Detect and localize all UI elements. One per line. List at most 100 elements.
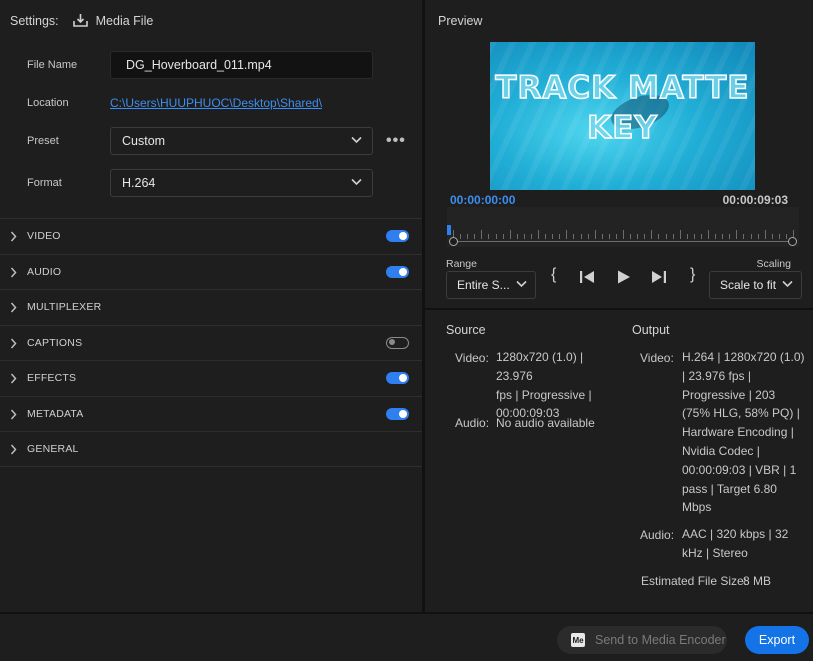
timeline-tick: [538, 230, 539, 239]
chevron-down-icon: [351, 136, 362, 144]
output-video-line: Mbps: [682, 500, 712, 515]
timeline-scrubber[interactable]: [447, 207, 799, 247]
range-bar: [453, 241, 793, 242]
timeline-tick: [750, 234, 752, 239]
timeline-tick: [601, 234, 603, 239]
timeline-tick: [495, 234, 497, 239]
export-button[interactable]: Export: [745, 626, 809, 654]
output-title: Output: [632, 323, 670, 337]
source-title: Source: [446, 323, 486, 337]
output-audio-line: kHz | Stereo: [682, 545, 748, 560]
timeline-tick: [474, 234, 476, 239]
range-label: Range: [446, 258, 477, 270]
section-name: MULTIPLEXER: [27, 301, 102, 314]
output-video-line: 00:00:09:03 | VBR | 1: [682, 462, 797, 477]
timeline-tick: [587, 234, 589, 239]
output-audio-value: AAC | 320 kbps | 32 kHz | Stereo: [682, 525, 807, 563]
thumbnail-title-line2: KEY: [586, 109, 658, 147]
timeline-tick: [722, 234, 724, 239]
timeline-tick: [630, 234, 632, 239]
play-icon[interactable]: [617, 270, 631, 284]
range-value: Entire S...: [457, 278, 510, 292]
section-effects[interactable]: EFFECTS: [0, 360, 422, 396]
estimated-size-label: Estimated File Size:: [641, 574, 748, 588]
video-toggle[interactable]: [386, 230, 409, 243]
chevron-right-icon: [10, 373, 17, 384]
timeline-tick: [559, 234, 561, 239]
format-label: Format: [27, 177, 62, 189]
chevron-right-icon: [10, 444, 17, 455]
settings-panel: Settings: Media File File Name DG_Hoverb…: [0, 0, 422, 612]
section-name: GENERAL: [27, 442, 79, 455]
timeline-tick: [545, 234, 547, 239]
timeline-tick: [509, 230, 511, 239]
section-divider: [425, 308, 813, 310]
playhead[interactable]: [447, 225, 451, 235]
timeline-tick: [594, 230, 596, 239]
preset-select[interactable]: Custom: [110, 127, 373, 155]
timeline-tick: [686, 234, 688, 239]
more-options-button[interactable]: •••: [386, 132, 406, 150]
scaling-label: Scaling: [756, 258, 791, 270]
timeline-tick: [460, 234, 462, 239]
metadata-toggle[interactable]: [386, 407, 409, 420]
audio-toggle[interactable]: [386, 265, 409, 278]
timeline-tick: [764, 230, 766, 239]
section-video[interactable]: VIDEO: [0, 218, 422, 254]
timeline-tick: [644, 234, 646, 239]
scaling-select[interactable]: Scale to fit: [709, 271, 802, 299]
location-link[interactable]: C:\Users\HUUPHUOC\Desktop\Shared\: [110, 96, 322, 110]
range-select[interactable]: Entire S...: [446, 271, 536, 299]
set-in-point-button[interactable]: {: [551, 266, 556, 284]
preview-panel: Preview TRACK MATTE KEY 00:00:00:00 00:0…: [425, 0, 813, 612]
timeline-tick: [516, 234, 518, 239]
section-general[interactable]: GENERAL: [0, 431, 422, 467]
chevron-down-icon: [351, 178, 362, 186]
effects-toggle[interactable]: [386, 372, 409, 385]
timeline-tick: [729, 234, 731, 239]
timeline-tick: [467, 234, 469, 239]
captions-toggle[interactable]: [386, 336, 409, 349]
section-captions[interactable]: CAPTIONS: [0, 324, 422, 361]
timeline-tick: [693, 234, 695, 239]
format-value: H.264: [122, 176, 156, 190]
range-end-handle[interactable]: [788, 237, 797, 246]
chevron-down-icon: [516, 280, 527, 288]
timecode-duration: 00:00:09:03: [722, 193, 788, 207]
send-to-media-encoder-button[interactable]: Me Send to Media Encoder: [557, 626, 727, 654]
preset-value: Custom: [122, 134, 166, 148]
timeline-tick: [615, 234, 617, 239]
timeline-tick: [580, 234, 582, 239]
step-back-icon[interactable]: [579, 270, 595, 284]
section-name: EFFECTS: [27, 372, 77, 385]
section-name: CAPTIONS: [27, 336, 83, 349]
timeline-tick: [573, 234, 575, 239]
step-forward-icon[interactable]: [651, 270, 667, 284]
timeline-tick: [736, 230, 738, 239]
set-out-point-button[interactable]: }: [690, 266, 695, 284]
section-name: AUDIO: [27, 265, 62, 278]
settings-header: Settings: Media File: [10, 13, 153, 28]
media-file-label: Media File: [95, 13, 154, 28]
timeline-tick: [608, 234, 610, 239]
chevron-right-icon: [10, 409, 17, 419]
section-audio[interactable]: AUDIO: [0, 253, 422, 290]
timeline-tick: [502, 234, 504, 239]
media-file-button[interactable]: Media File: [72, 13, 154, 28]
range-start-handle[interactable]: [449, 237, 458, 246]
format-select[interactable]: H.264: [110, 169, 373, 197]
section-multiplexer[interactable]: MULTIPLEXER: [0, 289, 422, 325]
file-name-input[interactable]: DG_Hoverboard_011.mp4: [110, 51, 373, 79]
chevron-right-icon: [10, 338, 17, 348]
section-metadata[interactable]: METADATA: [0, 395, 422, 432]
timeline-tick: [651, 230, 653, 239]
settings-label: Settings:: [10, 13, 59, 28]
output-video-line: | 23.976 fps |: [682, 368, 751, 383]
preview-thumbnail: TRACK MATTE KEY: [490, 42, 755, 190]
timeline-tick: [672, 234, 674, 239]
timeline-tick: [715, 234, 717, 239]
timeline-tick: [523, 234, 525, 239]
timeline-tick: [481, 230, 483, 239]
timeline-tick: [566, 230, 568, 239]
preset-label: Preset: [27, 135, 59, 147]
